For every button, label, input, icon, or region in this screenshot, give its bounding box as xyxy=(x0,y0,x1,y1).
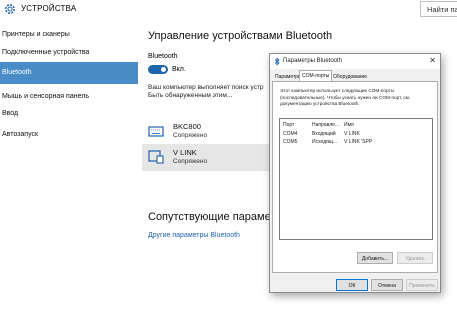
settings-window: УСТРОЙСТВА Найти пара Принтеры и сканеры… xyxy=(0,0,457,311)
name-cell: V LINK 'SPP xyxy=(344,139,373,145)
device-name: BKC800 xyxy=(173,122,201,131)
device-status: Сопряжено xyxy=(173,132,208,139)
ok-button[interactable]: ОК xyxy=(336,279,368,291)
dialog-title: Параметры Bluetooth xyxy=(283,58,343,64)
more-bluetooth-options-link[interactable]: Другие параметры Bluetooth xyxy=(148,232,240,239)
bluetooth-icon xyxy=(274,57,280,66)
column-header-port[interactable]: Порт xyxy=(283,122,294,128)
remove-port-button[interactable]: Удалить xyxy=(397,252,433,264)
toggle-knob xyxy=(161,67,166,72)
port-cell: COM5 xyxy=(283,139,298,145)
direction-cell: Входящий xyxy=(312,131,336,137)
device-name: V LINK xyxy=(173,148,197,157)
dialog-title-bar: Параметры Bluetooth ✕ xyxy=(270,54,440,69)
com-ports-list[interactable]: Порт Направле... Имя COM4 Входящий V LIN… xyxy=(279,118,433,240)
description-line-1: Ваш компьютер выполняет поиск устр xyxy=(148,84,264,91)
apply-button[interactable]: Применить xyxy=(406,279,438,291)
com-ports-info: Этот компьютер использует следующие COM-… xyxy=(280,88,411,106)
sidebar-item-input[interactable]: Ввод xyxy=(0,103,138,125)
search-input[interactable]: Найти пара xyxy=(420,1,457,17)
sidebar-item-connected-devices[interactable]: Подключенные устройства xyxy=(0,42,138,64)
gear-icon xyxy=(5,4,15,14)
name-cell: V LINK xyxy=(344,131,360,137)
sidebar-item-autoplay[interactable]: Автозапуск xyxy=(0,124,138,146)
bluetooth-label: Bluetooth xyxy=(148,53,178,60)
port-cell: COM4 xyxy=(283,131,298,137)
toggle-state-label: Вкл. xyxy=(172,66,186,73)
add-port-button[interactable]: Добавить... xyxy=(357,252,393,264)
tab-com-ports[interactable]: COM-порты xyxy=(299,70,333,81)
sidebar-item-bluetooth[interactable]: Bluetooth xyxy=(0,62,138,84)
description-line-2: Быть обнаруженным этим... xyxy=(148,92,233,99)
sidebar: Принтеры и сканеры Подключенные устройст… xyxy=(0,18,138,311)
direction-cell: Исходящ... xyxy=(312,139,338,145)
close-icon[interactable]: ✕ xyxy=(429,56,436,65)
related-settings-heading: Сопутствующие параметр xyxy=(148,211,282,223)
discovery-description: Ваш компьютер выполняет поиск устр Быть … xyxy=(148,84,278,100)
com-ports-panel: Этот компьютер использует следующие COM-… xyxy=(272,81,438,273)
cancel-button[interactable]: Отмена xyxy=(371,279,403,291)
dialog-tabs: Параметры COM-порты Оборудование xyxy=(272,70,438,81)
title-bar: УСТРОЙСТВА Найти пара xyxy=(0,0,457,18)
bluetooth-settings-dialog: Параметры Bluetooth ✕ Параметры COM-порт… xyxy=(269,53,441,293)
bluetooth-toggle[interactable] xyxy=(148,65,168,74)
page-title: УСТРОЙСТВА xyxy=(21,4,77,13)
section-heading: Управление устройствами Bluetooth xyxy=(148,30,333,42)
device-status: Сопряжено xyxy=(173,158,208,165)
phone-device-icon xyxy=(148,150,164,164)
keyboard-icon xyxy=(148,126,164,137)
column-header-direction[interactable]: Направле... xyxy=(312,122,339,128)
tab-hardware[interactable]: Оборудование xyxy=(330,71,370,81)
column-header-name[interactable]: Имя xyxy=(344,122,354,128)
